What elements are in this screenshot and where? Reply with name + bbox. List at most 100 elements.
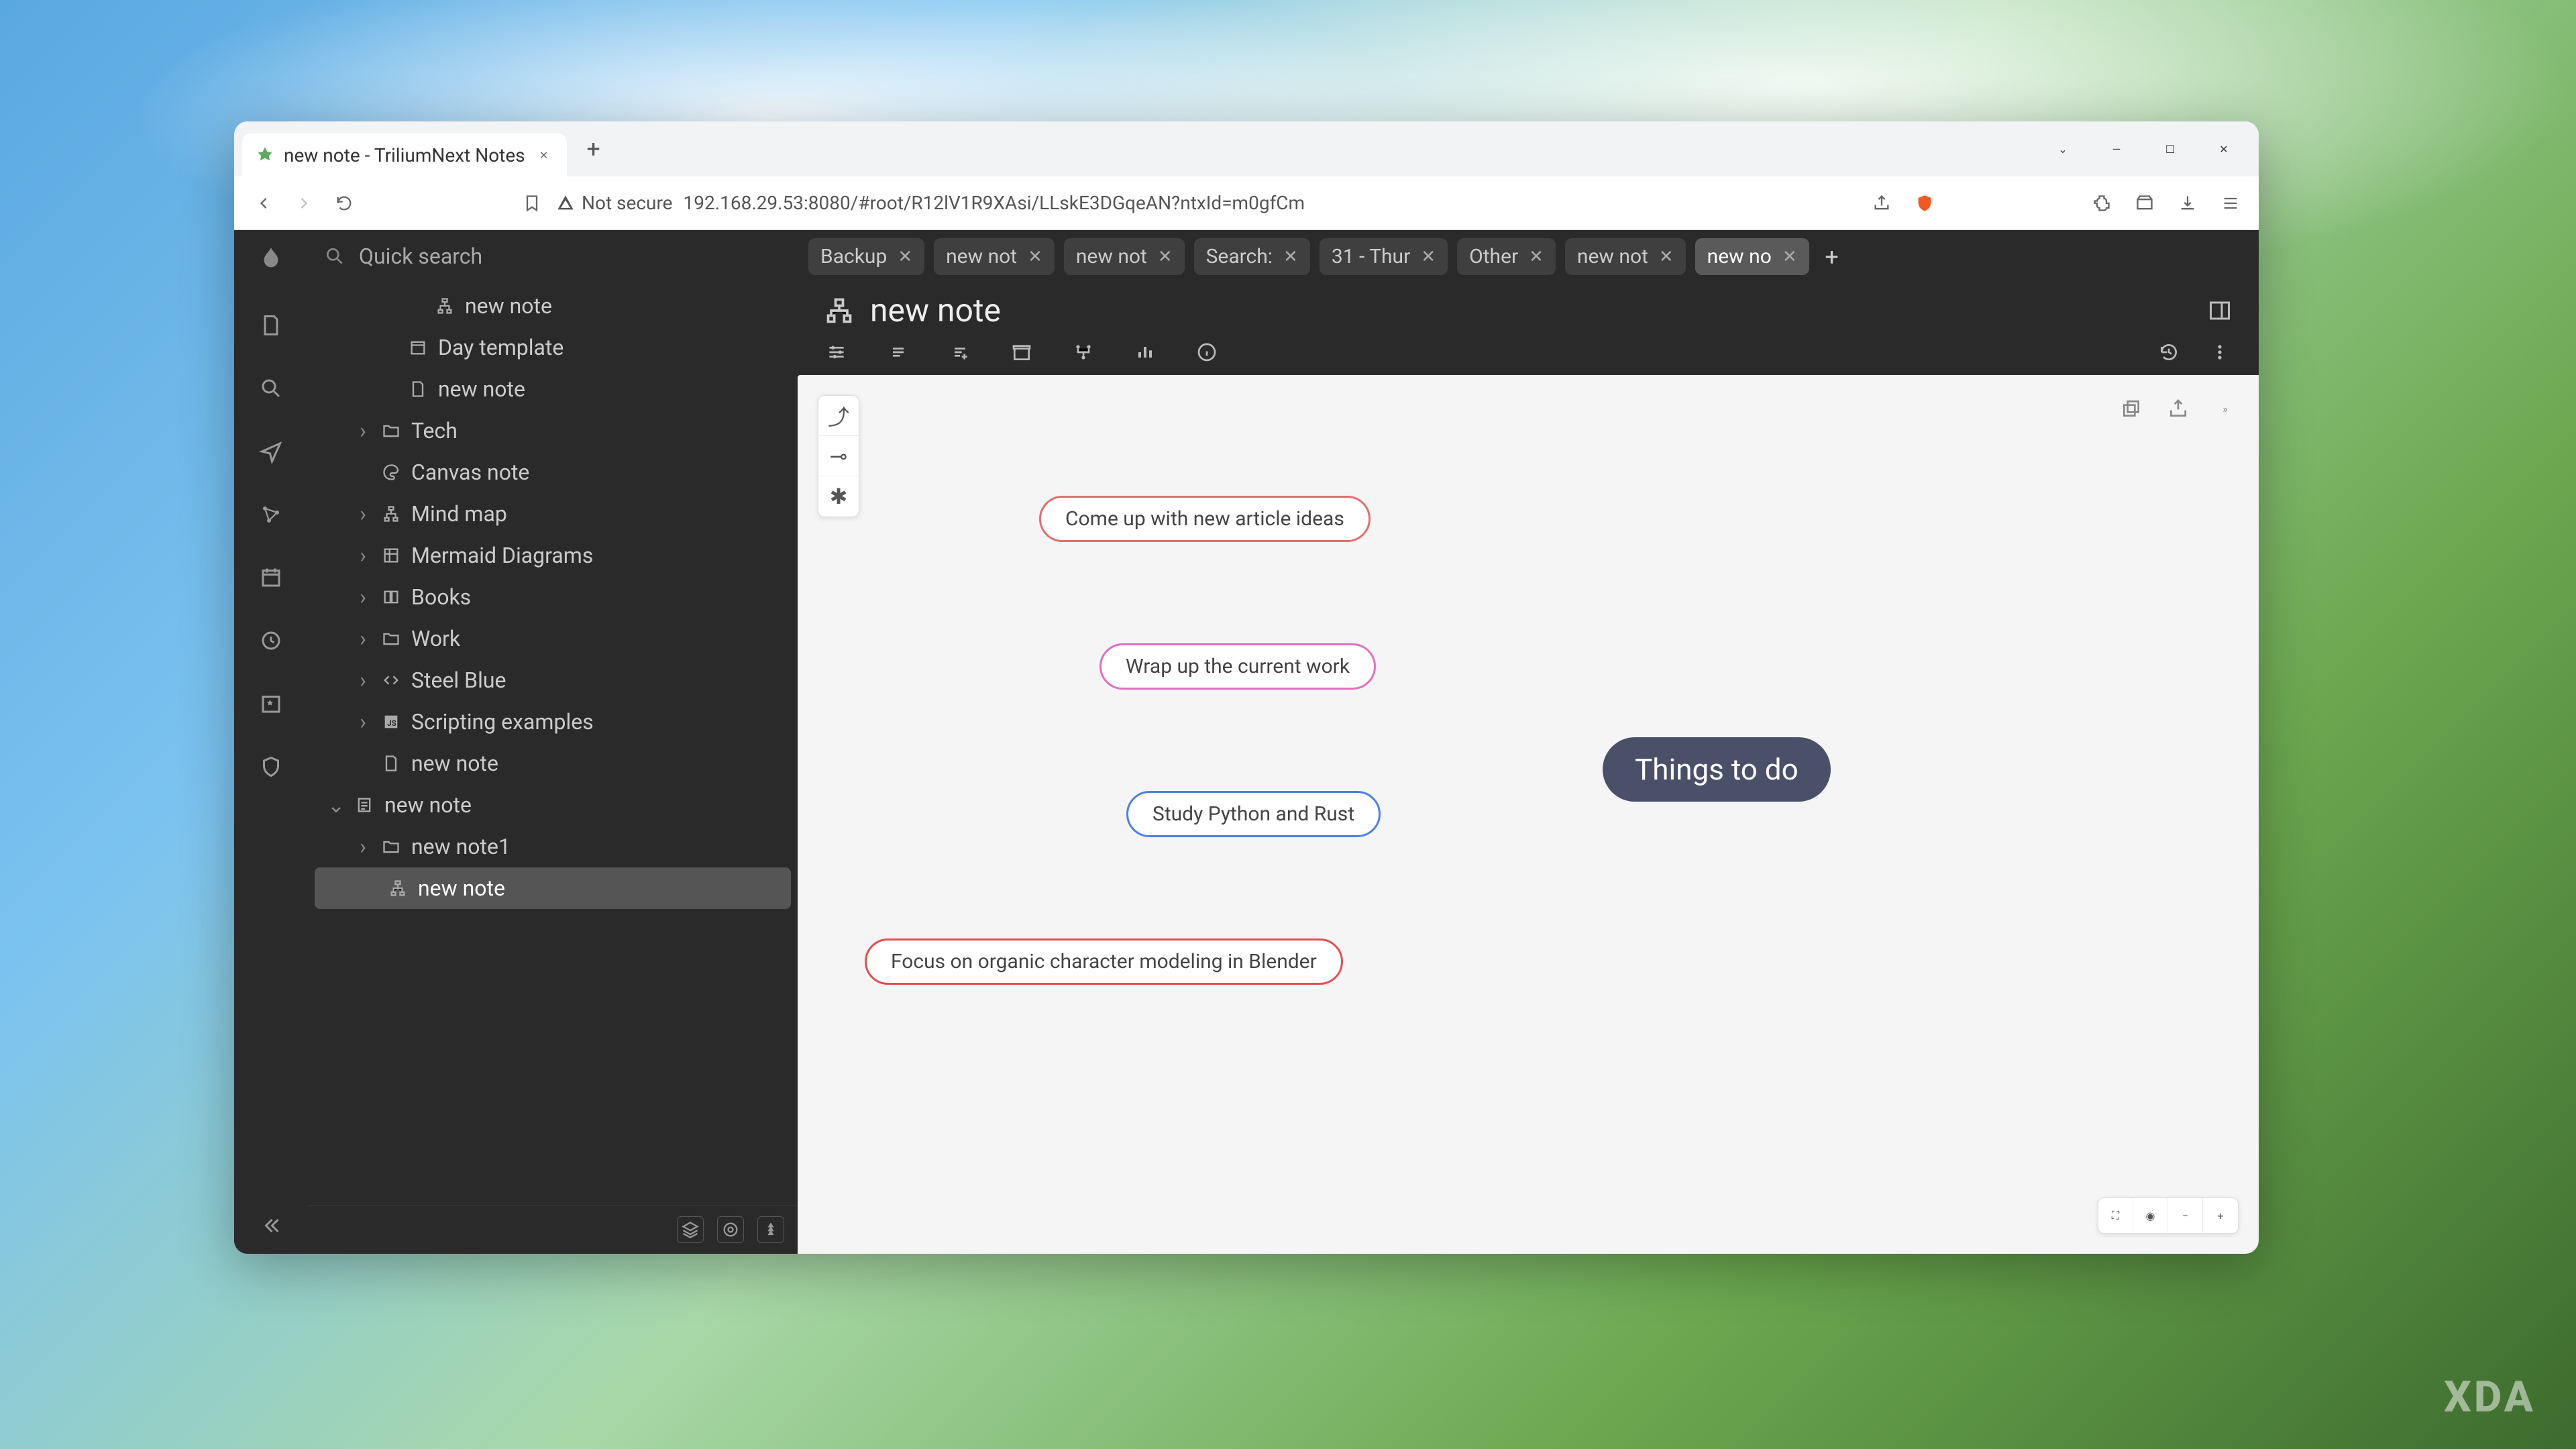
layers-icon[interactable] [677,1216,704,1243]
tree-caret-icon[interactable]: › [355,584,371,610]
wallet-icon[interactable] [2133,191,2157,215]
stats-icon[interactable] [1133,340,1157,364]
tree-item[interactable]: new note [315,867,791,909]
recenter-icon[interactable]: ◉ [2133,1198,2168,1233]
menu-icon[interactable] [2218,191,2243,215]
tab-favicon-icon [256,146,274,164]
tree-caret-icon[interactable]: › [355,418,371,443]
tree-caret-icon[interactable]: › [355,626,371,651]
tab-close-icon[interactable]: ✕ [535,146,553,164]
note-tab[interactable]: Other✕ [1457,238,1556,275]
tree-item[interactable]: Canvas note [308,451,798,493]
tree-item[interactable]: ›Mind map [308,493,798,535]
tree-icon[interactable] [757,1216,784,1243]
note-tab[interactable]: new not✕ [1064,238,1185,275]
url-bar[interactable]: Not secure 192.168.29.53:8080/#root/R12l… [371,190,1856,217]
tab-close-icon[interactable]: ✕ [898,247,912,267]
tree-label: new note [411,751,787,776]
zoom-in-icon[interactable]: + [2203,1198,2238,1233]
code-icon [380,669,402,691]
tree-caret-icon[interactable]: › [355,543,371,568]
note-tab[interactable]: Backup✕ [808,238,924,275]
send-icon[interactable] [256,437,286,466]
note-tab[interactable]: new not✕ [1565,238,1686,275]
tree-item[interactable]: new note [308,285,798,327]
mindmap-node[interactable]: Wrap up the current work [1099,643,1376,690]
tree-item[interactable]: ›JSScripting examples [308,701,798,743]
tree-item[interactable]: ›Tech [308,410,798,451]
note-tab[interactable]: new no✕ [1695,238,1809,275]
security-badge[interactable]: Not secure [556,192,673,214]
note-tab[interactable]: new not✕ [934,238,1055,275]
sidebar: Quick search new noteDay templatenew not… [308,230,798,1254]
settings-icon[interactable] [824,340,849,364]
new-note-icon[interactable] [256,311,286,340]
downloads-icon[interactable] [2176,191,2200,215]
branch-icon[interactable] [1071,340,1095,364]
history-icon[interactable] [256,626,286,655]
tab-close-icon[interactable]: ✕ [1158,247,1173,267]
tree-caret-icon[interactable]: ⌄ [328,792,344,818]
mindmap-node[interactable]: Focus on organic character modeling in B… [865,938,1343,985]
tree-item[interactable]: Day template [308,327,798,368]
mindmap-node[interactable]: Study Python and Rust [1126,791,1381,837]
close-window-button[interactable]: ✕ [2210,136,2237,162]
tab-close-icon[interactable]: ✕ [1659,247,1674,267]
revisions-icon[interactable] [2157,340,2181,364]
tab-title: new note - TriliumNext Notes [284,144,525,166]
target-icon[interactable] [717,1216,744,1243]
info-icon[interactable] [1195,340,1219,364]
chevron-down-icon[interactable]: ⌄ [2049,136,2076,162]
tab-close-icon[interactable]: ✕ [1028,247,1042,267]
shield-icon[interactable] [256,752,286,782]
list-icon[interactable] [886,340,910,364]
tab-close-icon[interactable]: ✕ [1421,247,1436,267]
new-tab-button[interactable]: + [580,136,607,162]
browser-tab[interactable]: new note - TriliumNext Notes ✕ [242,133,567,176]
tree-item[interactable]: new note [308,368,798,410]
note-tab[interactable]: 31 - Thur✕ [1320,238,1448,275]
back-button[interactable] [250,190,277,217]
note-title[interactable]: new note [870,291,1001,329]
list-add-icon[interactable] [948,340,972,364]
tree-item[interactable]: ›new note1 [308,826,798,867]
note-tab[interactable]: Search:✕ [1194,238,1310,275]
graph-icon[interactable] [256,500,286,529]
tree-caret-icon[interactable]: › [355,709,371,735]
archive-icon[interactable] [1010,340,1034,364]
share-icon[interactable] [1870,191,1894,215]
mindmap-canvas[interactable]: ⤴ ⊸ ✱ » Things to doCome up with new art… [798,375,2259,1254]
mindmap-root-node[interactable]: Things to do [1603,737,1831,802]
reload-button[interactable] [331,190,358,217]
forward-button[interactable] [290,190,317,217]
tree-caret-icon[interactable]: › [355,834,371,859]
minimize-button[interactable]: — [2103,136,2130,162]
tree-item[interactable]: ›Work [308,618,798,659]
fullscreen-icon[interactable]: ⛶ [2098,1198,2133,1233]
brave-shield-icon[interactable] [1913,191,1937,215]
maximize-button[interactable]: ☐ [2157,136,2184,162]
tree-caret-icon[interactable]: › [355,667,371,693]
tree-item[interactable]: new note [308,743,798,784]
tree-item[interactable]: ⌄new note [308,784,798,826]
more-icon[interactable] [2208,340,2232,364]
extensions-icon[interactable] [2090,191,2114,215]
tree-item[interactable]: ›Books [308,576,798,618]
tab-close-icon[interactable]: ✕ [1283,247,1298,267]
tab-close-icon[interactable]: ✕ [1529,247,1544,267]
split-view-icon[interactable] [2208,299,2232,323]
bookmark-icon[interactable] [519,190,545,217]
mindmap-node[interactable]: Come up with new article ideas [1039,496,1371,542]
calendar-icon[interactable] [256,563,286,592]
tree-item[interactable]: ›Steel Blue [308,659,798,701]
add-tab-button[interactable]: + [1819,244,1845,270]
bookmark-rail-icon[interactable] [256,689,286,718]
zoom-out-icon[interactable]: − [2168,1198,2203,1233]
collapse-rail-icon[interactable] [256,1211,286,1240]
tree-item[interactable]: ›Mermaid Diagrams [308,535,798,576]
tab-close-icon[interactable]: ✕ [1782,247,1797,267]
quick-search[interactable]: Quick search [308,230,798,282]
search-rail-icon[interactable] [256,374,286,403]
app-logo-icon[interactable] [254,244,288,277]
tree-caret-icon[interactable]: › [355,501,371,527]
